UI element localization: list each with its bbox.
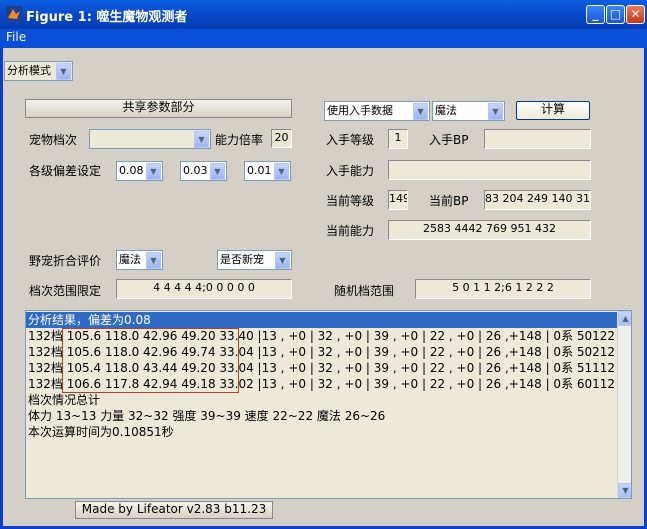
random-range-label: 随机档范围 (334, 284, 395, 298)
summary-line[interactable]: 体力 13~13 力量 32~32 强度 39~39 速度 22~22 魔法 2… (26, 408, 618, 424)
menu-file[interactable]: File (6, 30, 26, 44)
menu-bar: File (0, 29, 647, 48)
source-select-value: 使用入手数据 (327, 104, 393, 117)
acquire-bp-field[interactable] (484, 129, 591, 149)
source-select[interactable]: 使用入手数据 ▼ (324, 101, 430, 121)
current-ability-field[interactable]: 2583 4442 769 951 432 (388, 220, 591, 240)
chevron-down-icon: ▼ (194, 131, 209, 148)
chevron-down-icon: ▼ (413, 103, 428, 120)
chevron-down-icon: ▼ (146, 252, 161, 269)
ability-multiplier-label: 能力倍率 (215, 133, 264, 147)
calc-button[interactable]: 计算 (516, 101, 590, 120)
wild-eval-value: 魔法 (119, 253, 141, 266)
new-pet-select-value: 是否新宠 (220, 253, 264, 266)
chevron-down-icon: ▼ (146, 163, 161, 180)
window-title: Figure 1: 噬生魔物观测者 (26, 10, 188, 25)
acquire-ability-field[interactable] (388, 160, 591, 180)
wild-eval-label: 野宠折合评价 (29, 254, 102, 268)
chevron-down-icon: ▼ (274, 163, 289, 180)
vertical-scrollbar[interactable]: ▲ ▼ (617, 311, 631, 498)
pet-grade-select[interactable]: ▼ (89, 129, 211, 149)
deviation-label: 各级偏差设定 (29, 164, 102, 178)
maximize-button[interactable]: □ (606, 5, 625, 24)
current-bp-field[interactable]: 83 204 249 140 314 (484, 190, 591, 210)
chevron-down-icon: ▼ (275, 252, 290, 269)
deviation-value-2: 0.03 (183, 164, 208, 177)
acquire-ability-label: 入手能力 (326, 164, 375, 178)
deviation-select-1[interactable]: 0.08 ▼ (116, 161, 163, 181)
ability-multiplier-field[interactable]: 20 (271, 129, 292, 148)
new-pet-select[interactable]: 是否新宠 ▼ (217, 250, 292, 270)
pet-grade-label: 宠物档次 (29, 133, 78, 147)
deviation-value-3: 0.01 (247, 164, 272, 177)
deviation-select-2[interactable]: 0.03 ▼ (180, 161, 227, 181)
scroll-down-icon[interactable]: ▼ (618, 483, 631, 498)
acquire-level-label: 入手等级 (326, 133, 375, 147)
acquire-level-field[interactable]: 1 (388, 129, 408, 149)
chevron-down-icon: ▼ (56, 63, 71, 80)
results-listbox[interactable]: 分析结果，偏差为0.08 132档 105.6 118.0 42.96 49.2… (25, 310, 632, 499)
grade-range-label: 档次范围限定 (29, 284, 102, 298)
current-ability-label: 当前能力 (326, 224, 375, 238)
results-header[interactable]: 分析结果，偏差为0.08 (26, 312, 618, 328)
current-level-label: 当前等级 (326, 194, 375, 208)
chevron-down-icon: ▼ (488, 103, 503, 120)
close-button[interactable]: ✕ (626, 5, 645, 24)
shared-params-button[interactable]: 共享参数部分 (25, 99, 292, 118)
summary-title[interactable]: 档次情况总计 (26, 392, 618, 408)
acquire-bp-label: 入手BP (429, 133, 469, 147)
current-bp-label: 当前BP (429, 194, 469, 208)
chevron-down-icon: ▼ (210, 163, 225, 180)
grade-range-field[interactable]: 4 4 4 4 4;0 0 0 0 0 (116, 279, 292, 299)
highlight-box (62, 328, 239, 393)
mode-select[interactable]: 分析模式 ▼ (4, 61, 73, 81)
wild-eval-select[interactable]: 魔法 ▼ (116, 250, 163, 270)
time-line[interactable]: 本次运算时间为0.10851秒 (26, 424, 618, 440)
title-bar: Figure 1: 噬生魔物观测者 _ □ ✕ (0, 0, 647, 29)
current-level-field[interactable]: 149 (388, 190, 408, 210)
mode-select-value: 分析模式 (7, 64, 51, 77)
deviation-select-3[interactable]: 0.01 ▼ (244, 161, 291, 181)
type-select[interactable]: 魔法 ▼ (432, 101, 505, 121)
scroll-up-icon[interactable]: ▲ (618, 311, 631, 326)
minimize-button[interactable]: _ (586, 5, 605, 24)
matlab-icon (6, 6, 22, 22)
type-select-value: 魔法 (435, 104, 457, 117)
random-range-field[interactable]: 5 0 1 1 2;6 1 2 2 2 (415, 279, 591, 299)
deviation-value-1: 0.08 (119, 164, 144, 177)
credits-button[interactable]: Made by Lifeator v2.83 b11.23 (75, 501, 273, 519)
